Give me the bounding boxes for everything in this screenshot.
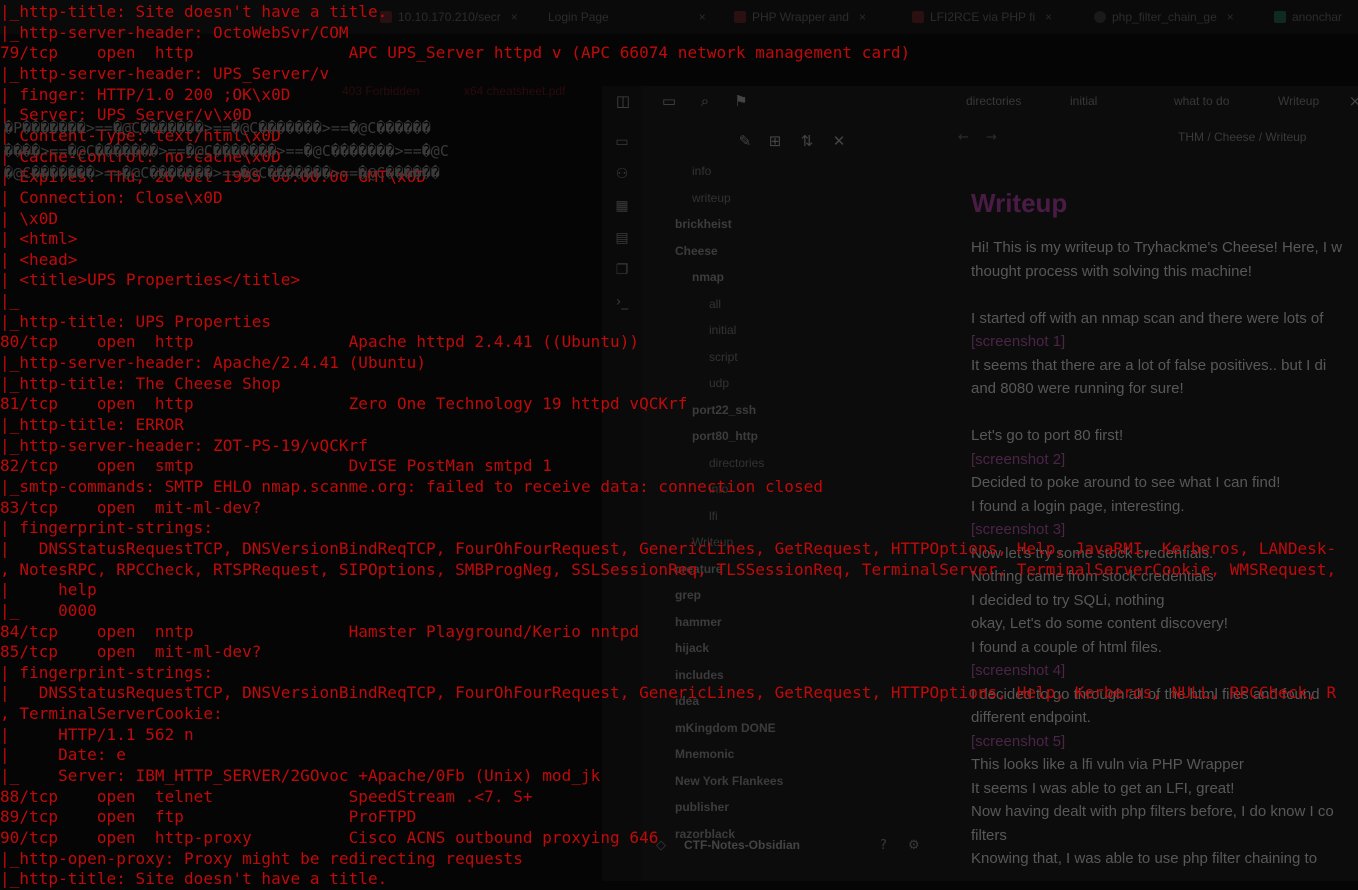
terminal-output[interactable]: |_http-title: Site doesn't have a title.…: [0, 0, 1358, 888]
terminal-line: |_http-open-proxy: Proxy might be redire…: [0, 848, 523, 868]
terminal-line: , TerminalServerCookie:: [0, 704, 223, 724]
terminal-line: |_http-title: ERROR: [0, 415, 184, 434]
terminal-line: |_ Server: IBM_HTTP_SERVER/2GOvoc +Apach…: [0, 766, 601, 786]
terminal-line: |_http-title: The Cheese Shop: [0, 373, 281, 393]
terminal-line: |_http-server-header: Apache/2.4.41 (Ubu…: [0, 353, 427, 373]
terminal-line: 85/tcp open mit-ml-dev?: [0, 642, 262, 662]
terminal-line: | DNSStatusRequestTCP, DNSVersionBindReq…: [0, 538, 1337, 558]
terminal-garbled-line: �@C�������>==�@C�������>==�@C�������>==�…: [4, 164, 440, 182]
terminal-line: | \x0D: [0, 208, 59, 228]
terminal-line: | <html>: [0, 229, 78, 249]
terminal-line: | fingerprint-strings:: [0, 662, 214, 682]
terminal-line: 80/tcp open http Apache httpd 2.4.41 ((U…: [0, 332, 640, 352]
terminal-line: |_http-server-header: OctoWebSvr/COM: [0, 22, 349, 42]
terminal-line: 89/tcp open ftp ProFTPD: [0, 807, 417, 827]
terminal-garbled-line: �P�������>==�@C�������>==�@C�������>==�@…: [4, 119, 431, 137]
terminal-line: | Date: e: [0, 745, 126, 765]
terminal-line: |_http-title: Site doesn't have a title.: [0, 869, 388, 889]
terminal-line: 81/tcp open http Zero One Technology 19 …: [0, 394, 688, 414]
terminal-line: | help: [0, 580, 97, 600]
terminal-line: | <head>: [0, 249, 78, 269]
terminal-line: | fingerprint-strings:: [0, 518, 214, 538]
terminal-line: | DNSStatusRequestTCP, DNSVersionBindReq…: [0, 683, 1337, 703]
terminal-line: | HTTP/1.1 562 n: [0, 724, 194, 744]
terminal-line: 79/tcp open http APC UPS_Server httpd v …: [0, 43, 911, 63]
terminal-line: |_http-server-header: ZOT-PS-19/vQCKrf: [0, 435, 368, 455]
terminal-line: 83/tcp open mit-ml-dev?: [0, 497, 262, 517]
terminal-line: |_http-title: UPS Properties: [0, 311, 272, 331]
terminal-line: 90/tcp open http-proxy Cisco ACNS outbou…: [0, 828, 659, 847]
terminal-line: | finger: HTTP/1.0 200 ;OK\x0D: [0, 84, 291, 104]
terminal-line: 88/tcp open telnet SpeedStream .<7. S+: [0, 786, 533, 806]
terminal-line: |_ 0000: [0, 600, 97, 620]
terminal-line: , NotesRPC, RPCCheck, RTSPRequest, SIPOp…: [0, 559, 1337, 579]
terminal-line: | Connection: Close\x0D: [0, 187, 223, 207]
terminal-garbled-line: ����>==�@C�������>==�@C�������>==�@C����…: [4, 142, 449, 160]
terminal-line: |_smtp-commands: SMTP EHLO nmap.scanme.o…: [0, 476, 824, 496]
terminal-line: |_: [0, 291, 20, 311]
terminal-line: |_http-title: Site doesn't have a title.: [0, 2, 388, 21]
terminal-line: 84/tcp open nntp Hamster Playground/Keri…: [0, 621, 640, 641]
terminal-line: | <title>UPS Properties</title>: [0, 270, 301, 290]
terminal-line: 82/tcp open smtp DvISE PostMan smtpd 1: [0, 456, 552, 476]
terminal-line: |_http-server-header: UPS_Server/v: [0, 63, 330, 83]
